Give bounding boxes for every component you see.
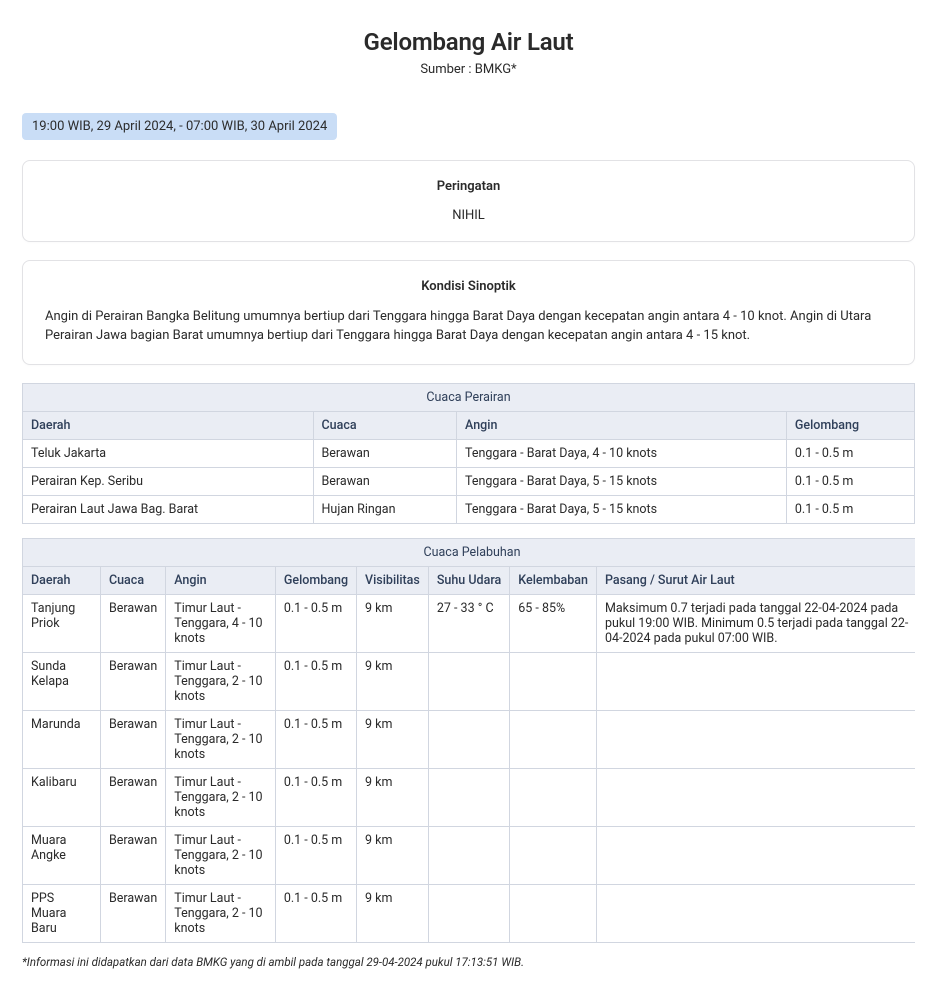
waters-cell: 0.1 - 0.5 m: [786, 467, 914, 495]
synoptic-title: Kondisi Sinoptik: [45, 279, 892, 294]
ports-cell: Berawan: [100, 826, 165, 884]
waters-cell: Perairan Kep. Seribu: [23, 467, 314, 495]
waters-table: Cuaca Perairan DaerahCuacaAnginGelombang…: [22, 383, 915, 524]
waters-cell: Perairan Laut Jawa Bag. Barat: [23, 495, 314, 523]
ports-cell: Berawan: [100, 594, 165, 652]
ports-cell: 9 km: [357, 826, 429, 884]
ports-cell: Timur Laut - Tenggara, 2 - 10 knots: [166, 710, 276, 768]
ports-cell: Timur Laut - Tenggara, 4 - 10 knots: [166, 594, 276, 652]
ports-cell: 0.1 - 0.5 m: [275, 652, 356, 710]
ports-cell: 9 km: [357, 710, 429, 768]
ports-cell: [596, 652, 915, 710]
waters-cell: Hujan Ringan: [313, 495, 457, 523]
ports-cell: 9 km: [357, 652, 429, 710]
ports-cell: Timur Laut - Tenggara, 2 - 10 knots: [166, 884, 276, 942]
ports-header: Pasang / Surut Air Laut: [596, 566, 915, 594]
synoptic-card: Kondisi Sinoptik Angin di Perairan Bangk…: [22, 260, 915, 365]
ports-cell: [428, 652, 509, 710]
ports-cell: PPS Muara Baru: [23, 884, 101, 942]
ports-cell: [510, 884, 597, 942]
table-row: Perairan Laut Jawa Bag. BaratHujan Ringa…: [23, 495, 915, 523]
ports-cell: [428, 768, 509, 826]
ports-cell: 9 km: [357, 594, 429, 652]
ports-cell: 27 - 33 ° C: [428, 594, 509, 652]
table-row: MarundaBerawanTimur Laut - Tenggara, 2 -…: [23, 710, 916, 768]
table-row: PPS Muara BaruBerawanTimur Laut - Tengga…: [23, 884, 916, 942]
ports-cell: Timur Laut - Tenggara, 2 - 10 knots: [166, 826, 276, 884]
ports-cell: Timur Laut - Tenggara, 2 - 10 knots: [166, 652, 276, 710]
ports-cell: [596, 710, 915, 768]
waters-cell: Berawan: [313, 467, 457, 495]
ports-cell: Berawan: [100, 768, 165, 826]
waters-header: Cuaca: [313, 411, 457, 439]
ports-header: Gelombang: [275, 566, 356, 594]
ports-cell: [510, 710, 597, 768]
ports-caption: Cuaca Pelabuhan: [22, 538, 915, 566]
table-row: Teluk JakartaBerawanTenggara - Barat Day…: [23, 439, 915, 467]
ports-cell: Sunda Kelapa: [23, 652, 101, 710]
ports-cell: 0.1 - 0.5 m: [275, 826, 356, 884]
ports-cell: [596, 826, 915, 884]
waters-header: Angin: [457, 411, 787, 439]
ports-header: Cuaca: [100, 566, 165, 594]
ports-header: Kelembaban: [510, 566, 597, 594]
waters-cell: Tenggara - Barat Daya, 5 - 15 knots: [457, 495, 787, 523]
ports-table-wrap[interactable]: Cuaca Pelabuhan DaerahCuacaAnginGelomban…: [22, 538, 915, 943]
warning-title: Peringatan: [45, 179, 892, 194]
ports-cell: Tanjung Priok: [23, 594, 101, 652]
table-row: Perairan Kep. SeribuBerawanTenggara - Ba…: [23, 467, 915, 495]
ports-cell: [596, 768, 915, 826]
waters-cell: Tenggara - Barat Daya, 5 - 15 knots: [457, 467, 787, 495]
table-row: Muara AngkeBerawanTimur Laut - Tenggara,…: [23, 826, 916, 884]
waters-cell: 0.1 - 0.5 m: [786, 495, 914, 523]
page: Gelombang Air Laut Sumber : BMKG* 19:00 …: [22, 28, 915, 969]
ports-header: Visibilitas: [357, 566, 429, 594]
ports-cell: [510, 826, 597, 884]
page-title: Gelombang Air Laut: [22, 28, 915, 56]
waters-header: Daerah: [23, 411, 314, 439]
ports-cell: [428, 826, 509, 884]
waters-cell: Teluk Jakarta: [23, 439, 314, 467]
warning-card: Peringatan NIHIL: [22, 160, 915, 242]
ports-cell: Marunda: [23, 710, 101, 768]
waters-caption: Cuaca Perairan: [22, 383, 915, 411]
ports-header: Daerah: [23, 566, 101, 594]
ports-cell: 0.1 - 0.5 m: [275, 884, 356, 942]
ports-table: Cuaca Pelabuhan DaerahCuacaAnginGelomban…: [22, 538, 915, 943]
period-badge: 19:00 WIB, 29 April 2024, - 07:00 WIB, 3…: [22, 113, 337, 140]
ports-cell: [510, 652, 597, 710]
waters-cell: Tenggara - Barat Daya, 4 - 10 knots: [457, 439, 787, 467]
footnote: *Informasi ini didapatkan dari data BMKG…: [22, 955, 915, 969]
ports-header: Suhu Udara: [428, 566, 509, 594]
ports-cell: 0.1 - 0.5 m: [275, 710, 356, 768]
ports-cell: Muara Angke: [23, 826, 101, 884]
ports-cell: Berawan: [100, 884, 165, 942]
table-row: Sunda KelapaBerawanTimur Laut - Tenggara…: [23, 652, 916, 710]
ports-cell: Maksimum 0.7 terjadi pada tanggal 22-04-…: [596, 594, 915, 652]
warning-body: NIHIL: [45, 208, 892, 223]
ports-cell: 9 km: [357, 768, 429, 826]
ports-cell: [428, 884, 509, 942]
page-subtitle: Sumber : BMKG*: [22, 62, 915, 77]
table-row: KalibaruBerawanTimur Laut - Tenggara, 2 …: [23, 768, 916, 826]
ports-cell: [596, 884, 915, 942]
ports-cell: 0.1 - 0.5 m: [275, 768, 356, 826]
ports-cell: [428, 710, 509, 768]
waters-cell: 0.1 - 0.5 m: [786, 439, 914, 467]
ports-cell: 0.1 - 0.5 m: [275, 594, 356, 652]
ports-cell: Berawan: [100, 710, 165, 768]
ports-cell: Kalibaru: [23, 768, 101, 826]
synoptic-body: Angin di Perairan Bangka Belitung umumny…: [45, 308, 892, 346]
table-row: Tanjung PriokBerawanTimur Laut - Tenggar…: [23, 594, 916, 652]
ports-cell: 65 - 85%: [510, 594, 597, 652]
waters-header: Gelombang: [786, 411, 914, 439]
ports-cell: Berawan: [100, 652, 165, 710]
waters-cell: Berawan: [313, 439, 457, 467]
ports-header: Angin: [166, 566, 276, 594]
ports-cell: Timur Laut - Tenggara, 2 - 10 knots: [166, 768, 276, 826]
ports-cell: [510, 768, 597, 826]
ports-cell: 9 km: [357, 884, 429, 942]
